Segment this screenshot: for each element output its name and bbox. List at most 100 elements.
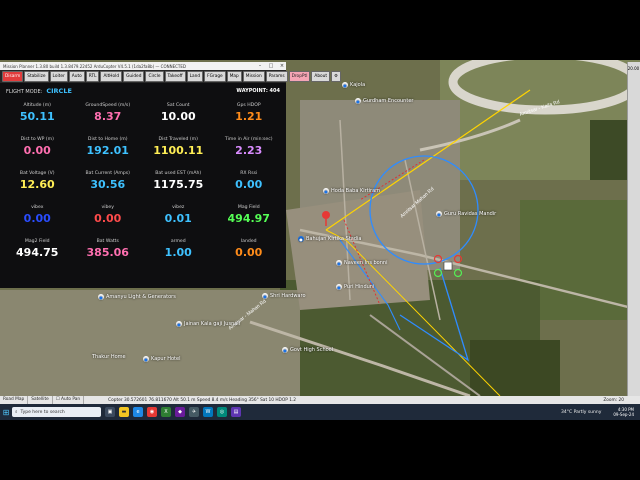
telemetry-label: GroundSpeed (m/s) xyxy=(85,103,131,108)
telemetry-cell[interactable]: GroundSpeed (m/s) 8.37 xyxy=(73,97,144,131)
fgrage-button[interactable]: FGrage xyxy=(204,71,226,82)
mission-planner-icon[interactable]: ✈ xyxy=(189,407,199,417)
telemetry-cell[interactable]: Dist to WP (m) 0.00 xyxy=(2,131,73,165)
telemetry-value: 12.60 xyxy=(19,178,55,191)
map-place[interactable]: ● Guru Ravidas Mandir xyxy=(436,211,496,217)
satellite-button[interactable]: Satellite xyxy=(28,396,53,404)
telemetry-cell[interactable]: Dist to Home (m) 192.01 xyxy=(73,131,144,165)
telemetry-cell[interactable]: RX Rssi 0.00 xyxy=(214,165,285,199)
map-place[interactable]: ● Gurdham Encounter xyxy=(355,98,413,104)
land-button[interactable]: Land xyxy=(186,71,204,82)
camera-icon[interactable]: ◎ xyxy=(217,407,227,417)
map-button[interactable]: Map xyxy=(226,71,242,82)
telemetry-cell[interactable]: armed 1.00 xyxy=(143,233,214,267)
stabilize-button[interactable]: Stabilize xyxy=(24,71,49,82)
telemetry-label: Dist Traveled (m) xyxy=(158,137,198,142)
place-pin-icon: ● xyxy=(336,260,342,266)
telemetry-cell[interactable]: landed 0.00 xyxy=(214,233,285,267)
telemetry-value: 0.00 xyxy=(94,212,122,225)
telemetry-cell[interactable]: Altitude (m) 50.11 xyxy=(2,97,73,131)
auto-pan-checkbox[interactable]: ☐ Auto Pan xyxy=(53,396,85,404)
road-map-button[interactable]: Road Map xyxy=(0,396,29,404)
home-marker-icon[interactable] xyxy=(322,211,330,219)
map-place[interactable]: ● Naveen Ins bonni xyxy=(336,260,387,266)
map-place[interactable]: ● Bahujan Kirtika Stadia xyxy=(298,236,361,242)
map-place[interactable]: ● Hoda Baba Kirtiram xyxy=(323,188,380,194)
flight-mode-value: CIRCLE xyxy=(46,87,72,95)
task-view-icon[interactable]: ▣ xyxy=(105,407,115,417)
circle-button[interactable]: Circle xyxy=(145,71,164,82)
rtl-button[interactable]: RTL xyxy=(85,71,100,82)
file-explorer-icon[interactable]: ▬ xyxy=(119,407,129,417)
telemetry-label: Dist to Home (m) xyxy=(87,137,128,142)
telemetry-cell[interactable]: vibex 0.00 xyxy=(2,199,73,233)
telemetry-cell[interactable]: Sat Count 10.00 xyxy=(143,97,214,131)
telemetry-cell[interactable]: vibey 0.00 xyxy=(73,199,144,233)
map-place[interactable]: ● Jainan Kala gaji Jusnall xyxy=(176,321,240,327)
zoom-value: 20.00 xyxy=(627,66,640,71)
telemetry-value: 1.00 xyxy=(164,246,192,259)
telemetry-grid: Altitude (m) 50.11 GroundSpeed (m/s) 8.37 Sa… xyxy=(0,97,286,267)
map-place[interactable]: ● Govt High School xyxy=(282,347,333,353)
place-pin-icon: ● xyxy=(323,188,329,194)
telemetry-cell[interactable]: Bat Watts 385.06 xyxy=(73,233,144,267)
windows-start-icon[interactable]: ⊞ xyxy=(0,404,12,420)
map-place[interactable]: ● Amanyu Light & Generators xyxy=(98,294,176,300)
search-icon: ⌕ xyxy=(15,410,18,415)
telemetry-label: vibey xyxy=(101,205,114,210)
telemetry-cell[interactable]: Mag Field 494.97 xyxy=(214,199,285,233)
taskbar-search[interactable]: ⌕ Type here to search xyxy=(12,407,101,417)
edge-icon[interactable]: e xyxy=(133,407,143,417)
guided-button[interactable]: Guided xyxy=(123,71,145,82)
telemetry-cell[interactable]: Bat used EST (mAh) 1175.75 xyxy=(143,165,214,199)
map-place[interactable]: ● Kapur Hotel xyxy=(143,356,181,362)
store-icon[interactable]: ▤ xyxy=(231,407,241,417)
maximize-icon[interactable]: □ xyxy=(267,63,275,69)
loiter-button[interactable]: Loiter xyxy=(49,71,68,82)
mission-button[interactable]: Mission xyxy=(242,71,265,82)
settings-button[interactable]: ⚙ xyxy=(331,71,341,82)
place-pin-icon: ● xyxy=(176,321,182,327)
telemetry-cell[interactable]: Mag2 Field 494.75 xyxy=(2,233,73,267)
telemetry-cell[interactable]: Time in Air (min:sec) 2.23 xyxy=(214,131,285,165)
telemetry-value: 385.06 xyxy=(86,246,129,259)
telemetry-value: 50.11 xyxy=(19,110,55,123)
about-button[interactable]: About xyxy=(311,71,331,82)
telemetry-label: Bat Current (Amps) xyxy=(85,171,130,176)
minimize-icon[interactable]: – xyxy=(256,63,264,69)
disarm-button[interactable]: Disarm xyxy=(2,71,24,82)
chrome-icon[interactable]: ◉ xyxy=(147,407,157,417)
dropptl-button[interactable]: DropPtl xyxy=(288,71,311,82)
telemetry-label: Bat Watts xyxy=(96,239,119,244)
window-title: Mission Planner 1.3.80 build 1.3.8479.22… xyxy=(3,63,186,69)
map-zoom-panel[interactable] xyxy=(627,62,640,396)
auto-button[interactable]: Auto xyxy=(68,71,85,82)
takeoff-button[interactable]: Takeoff xyxy=(164,71,186,82)
althold-button[interactable]: AltHold xyxy=(100,71,123,82)
telemetry-label: Gps HDOP xyxy=(236,103,261,108)
excel-icon[interactable]: X xyxy=(161,407,171,417)
map-place[interactable]: ● Puri Hinduni xyxy=(336,284,374,290)
telemetry-cell[interactable]: Bat Current (Amps) 30.56 xyxy=(73,165,144,199)
telemetry-label: armed xyxy=(170,239,186,244)
telemetry-value: 192.01 xyxy=(86,144,129,157)
close-icon[interactable]: × xyxy=(278,63,286,69)
map-place[interactable]: ● Kajola xyxy=(342,82,365,88)
telemetry-value: 1.21 xyxy=(235,110,263,123)
letterbox-top xyxy=(0,0,640,60)
map-place[interactable]: ● Shri Hardwaro xyxy=(262,293,306,299)
telemetry-cell[interactable]: vibez 0.01 xyxy=(143,199,214,233)
telemetry-cell[interactable]: Dist Traveled (m) 1100.11 xyxy=(143,131,214,165)
telemetry-label: Sat Count xyxy=(166,103,190,108)
search-placeholder: Type here to search xyxy=(20,409,65,415)
weather-widget[interactable]: 34°C Partly sunny xyxy=(561,410,601,415)
map-place[interactable]: Thakur Home xyxy=(92,354,126,360)
app-icon[interactable]: ◆ xyxy=(175,407,185,417)
telemetry-cell[interactable]: Gps HDOP 1.21 xyxy=(214,97,285,131)
params-button[interactable]: Params xyxy=(265,71,288,82)
word-icon[interactable]: W xyxy=(203,407,213,417)
place-pin-icon: ● xyxy=(98,294,104,300)
place-pin-icon: ● xyxy=(436,211,442,217)
telemetry-cell[interactable]: Bat Voltage (V) 12.60 xyxy=(2,165,73,199)
system-clock[interactable]: 4:30 PM 09-Sep-24 xyxy=(613,407,634,417)
